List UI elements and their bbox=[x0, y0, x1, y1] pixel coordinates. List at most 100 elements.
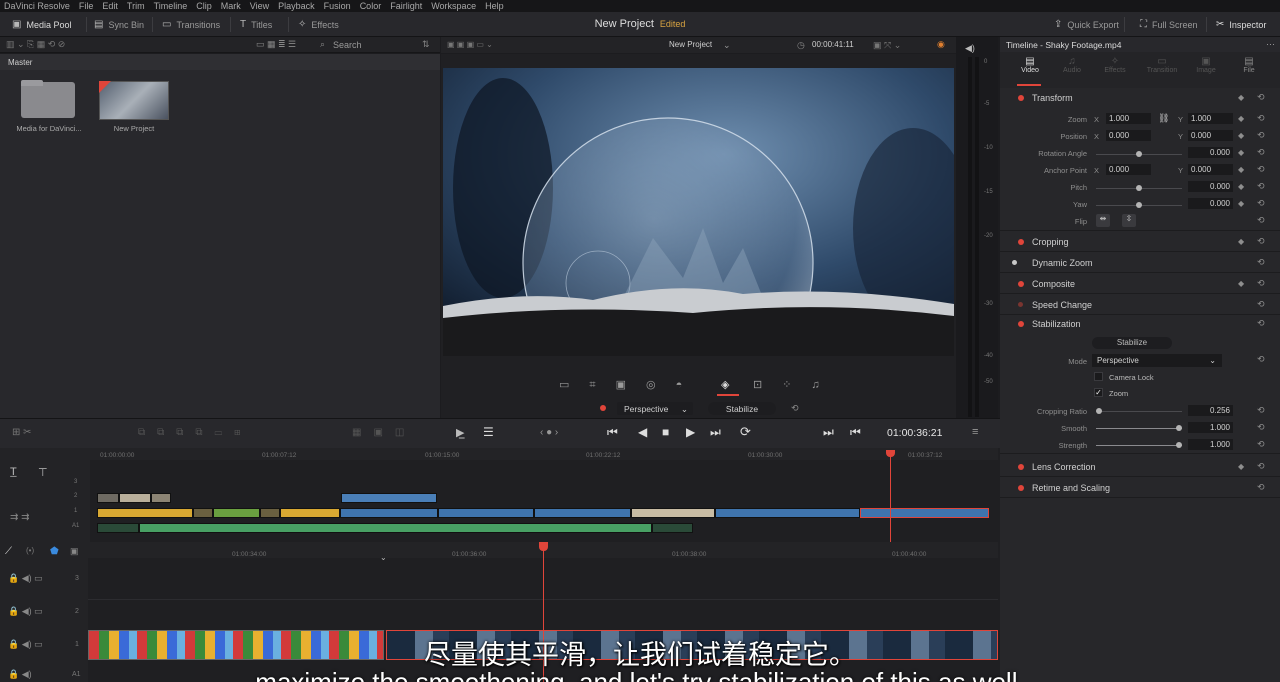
shaky-footage-clip[interactable] bbox=[386, 630, 998, 660]
folder-icon[interactable] bbox=[21, 82, 75, 118]
chevron-down-icon[interactable]: ⌄ bbox=[723, 40, 731, 51]
stabilize-button[interactable]: Stabilize bbox=[708, 402, 776, 415]
menu-item-fusion[interactable]: Fusion bbox=[324, 1, 351, 11]
bin-master[interactable]: Master bbox=[8, 58, 32, 67]
stabilization-enable-dot[interactable] bbox=[1018, 321, 1024, 327]
link-icon[interactable]: ⛓ bbox=[1158, 113, 1169, 124]
speed-change-panel[interactable]: Speed Change ⟲ bbox=[1000, 295, 1280, 315]
menu-item-clip[interactable]: Clip bbox=[196, 1, 212, 11]
panel-toggle-icon[interactable]: ▥ ⌄ ⎘ ▦ ⟲ ⊘ bbox=[6, 39, 65, 50]
cropping-ratio-field[interactable]: 0.256 bbox=[1188, 405, 1233, 416]
track-a1-controls[interactable]: 🔒 ◀) bbox=[8, 669, 32, 680]
upper-playhead[interactable] bbox=[890, 452, 891, 542]
keyframe-icon[interactable]: ◆ bbox=[1238, 165, 1244, 174]
search-label[interactable]: Search bbox=[333, 40, 362, 50]
upper-ruler[interactable] bbox=[90, 448, 998, 460]
mark-out-icon[interactable]: ⏮ bbox=[850, 425, 861, 440]
more-icon[interactable]: ⋯ bbox=[1266, 39, 1275, 50]
keyframe-icon[interactable]: ◆ bbox=[1238, 182, 1244, 191]
timeline-clip[interactable] bbox=[213, 508, 260, 518]
reset-icon[interactable]: ⟲ bbox=[1257, 147, 1265, 158]
menu-item-trim[interactable]: Trim bbox=[127, 1, 145, 11]
menu-item-color[interactable]: Color bbox=[360, 1, 382, 11]
timeline-clip[interactable] bbox=[340, 508, 438, 518]
sync-bin-button[interactable]: ▤ Sync Bin bbox=[94, 19, 144, 30]
tab-video[interactable]: ▤ Video bbox=[1014, 56, 1046, 74]
dynamic-zoom-panel[interactable]: Dynamic Zoom ⟲ bbox=[1000, 253, 1280, 273]
stabilize-enable-dot[interactable] bbox=[600, 405, 606, 411]
timeline-clip[interactable] bbox=[193, 508, 213, 518]
menu-item-view[interactable]: View bbox=[250, 1, 269, 11]
cartoon-clip[interactable] bbox=[88, 630, 384, 660]
tab-image[interactable]: ▣ Image bbox=[1190, 56, 1222, 74]
color-wheel-icon[interactable]: ◉ bbox=[937, 39, 945, 50]
lower-playhead[interactable] bbox=[543, 546, 544, 682]
zoom-checkbox[interactable]: ✓ bbox=[1094, 388, 1103, 397]
timeline-clip[interactable] bbox=[534, 508, 631, 518]
yaw-field[interactable]: 0.000 bbox=[1188, 198, 1233, 209]
yaw-slider[interactable] bbox=[1096, 202, 1182, 208]
video-preview[interactable] bbox=[443, 68, 954, 356]
titles-button[interactable]: T Titles bbox=[240, 19, 272, 30]
menu-item-playback[interactable]: Playback bbox=[278, 1, 315, 11]
tab-audio[interactable]: ♫ Audio bbox=[1056, 56, 1088, 74]
edit-tool-icons[interactable]: ⧉⧉⧉⧉▭⊞ bbox=[138, 427, 253, 438]
keyframe-icon[interactable]: ◆ bbox=[1238, 131, 1244, 140]
sort-icon[interactable]: ⇅ bbox=[422, 39, 430, 50]
smooth-slider[interactable] bbox=[1096, 425, 1182, 431]
reset-icon[interactable]: ⟲ bbox=[1257, 92, 1265, 103]
go-to-end-icon[interactable]: ⏭ bbox=[710, 425, 721, 440]
inspector-button[interactable]: ✂ Inspector bbox=[1216, 19, 1266, 30]
audio-clip[interactable] bbox=[139, 523, 652, 533]
audio-wave-icon[interactable]: (•) bbox=[26, 546, 34, 555]
reset-icon[interactable]: ⟲ bbox=[1257, 215, 1265, 226]
audio-clip[interactable] bbox=[652, 523, 693, 533]
timeline-clip[interactable] bbox=[438, 508, 534, 518]
timeline-clip[interactable] bbox=[97, 508, 193, 518]
transitions-button[interactable]: ▭ Transitions bbox=[162, 19, 220, 30]
keyframe-icon[interactable]: ◆ bbox=[1238, 93, 1244, 102]
reset-icon[interactable]: ⟲ bbox=[1257, 318, 1265, 329]
mode-select[interactable]: Perspective ⌄ bbox=[1092, 354, 1222, 367]
view-mode-icons[interactable]: ▭ ▦ ≣ ☰ bbox=[256, 39, 296, 50]
play-icon[interactable]: ▶ bbox=[686, 425, 695, 439]
effects-button[interactable]: ✧ Effects bbox=[298, 19, 339, 30]
menu-icon[interactable]: ≡ bbox=[972, 426, 978, 438]
jog-icon[interactable]: ‹ ● › bbox=[540, 427, 558, 438]
menu-item-fairlight[interactable]: Fairlight bbox=[390, 1, 422, 11]
media-item-project[interactable]: New Project bbox=[94, 124, 174, 133]
reset-icon[interactable]: ⟲ bbox=[1257, 422, 1265, 433]
flip-vertical-icon[interactable]: ⇳ bbox=[1122, 214, 1136, 227]
tab-effects[interactable]: ✧ Effects bbox=[1099, 56, 1131, 74]
menu-item-timeline[interactable]: Timeline bbox=[154, 1, 188, 11]
anchor-y-field[interactable]: 0.000 bbox=[1188, 164, 1233, 175]
menu-item-file[interactable]: File bbox=[79, 1, 94, 11]
thumbnail-view-icon[interactable]: ▣ bbox=[70, 546, 79, 557]
timeline-clip[interactable] bbox=[151, 493, 171, 503]
stop-icon[interactable]: ■ bbox=[662, 425, 669, 439]
audio-clip[interactable] bbox=[97, 523, 139, 533]
timeline-clip[interactable] bbox=[715, 508, 860, 518]
pitch-field[interactable]: 0.000 bbox=[1188, 181, 1233, 192]
timeline-clip[interactable] bbox=[97, 493, 119, 503]
menu-item-workspace[interactable]: Workspace bbox=[431, 1, 476, 11]
quick-export-button[interactable]: ⇪ Quick Export bbox=[1054, 19, 1119, 30]
tab-file[interactable]: ▤ File bbox=[1233, 56, 1265, 74]
position-x-field[interactable]: 0.000 bbox=[1106, 130, 1151, 141]
inspector-stabilize-button[interactable]: Stabilize bbox=[1092, 337, 1172, 349]
mark-in-icon[interactable]: ⏭ bbox=[823, 425, 834, 440]
reset-icon[interactable]: ⟲ bbox=[791, 403, 799, 414]
go-to-start-icon[interactable]: ⏮ bbox=[607, 425, 618, 440]
track-3-controls[interactable]: 🔒 ◀) ▭ bbox=[8, 573, 43, 584]
anchor-x-field[interactable]: 0.000 bbox=[1106, 164, 1151, 175]
lens-correction-panel[interactable]: Lens Correction ◆ ⟲ bbox=[1000, 457, 1280, 477]
rotation-field[interactable]: 0.000 bbox=[1188, 147, 1233, 158]
strength-slider[interactable] bbox=[1096, 442, 1182, 448]
clip-view-icon[interactable]: ▶̲ bbox=[456, 426, 464, 439]
reset-icon[interactable]: ⟲ bbox=[1257, 354, 1265, 365]
viewer-tool-icons[interactable]: ▭⌗▣◎◓ bbox=[559, 378, 702, 392]
smooth-field[interactable]: 1.000 bbox=[1188, 422, 1233, 433]
transform-enable-dot[interactable] bbox=[1018, 95, 1024, 101]
timeline-clip[interactable] bbox=[280, 508, 340, 518]
timeline-clip[interactable] bbox=[631, 508, 715, 518]
